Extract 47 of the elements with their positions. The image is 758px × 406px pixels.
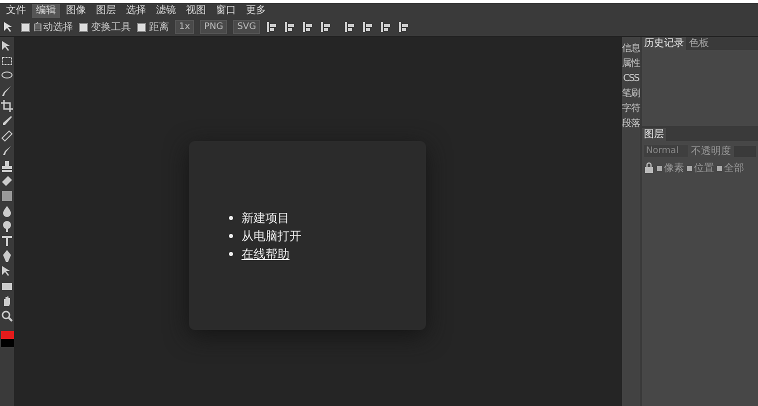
panel-tab[interactable]: 图层 bbox=[642, 128, 666, 141]
menu-item[interactable]: 视图 bbox=[182, 4, 210, 18]
checkbox-option[interactable]: 变换工具 bbox=[79, 20, 131, 34]
export-button[interactable]: PNG bbox=[200, 20, 228, 34]
panel-tab[interactable]: 笔刷 bbox=[622, 88, 640, 100]
panel-tab[interactable]: 信息 bbox=[622, 43, 640, 55]
menu-item[interactable]: 更多 bbox=[242, 4, 270, 18]
hand-icon[interactable] bbox=[1, 295, 13, 307]
menu-item[interactable]: 编辑 bbox=[32, 4, 60, 18]
rectangle-icon[interactable] bbox=[1, 280, 13, 292]
foreground-color-swatch[interactable] bbox=[0, 331, 14, 339]
menu-item[interactable]: 选择 bbox=[122, 4, 150, 18]
lock-icon[interactable] bbox=[644, 162, 654, 174]
panel-tab[interactable]: 属性 bbox=[622, 58, 640, 70]
panel-tab[interactable]: 字符 bbox=[622, 103, 640, 115]
brush-icon[interactable] bbox=[1, 85, 13, 97]
brush-icon[interactable] bbox=[1, 145, 13, 157]
panel-tab[interactable]: 历史记录 bbox=[642, 37, 686, 50]
start-menu-item[interactable]: 新建项目 bbox=[242, 210, 290, 224]
export-button[interactable]: SVG bbox=[233, 20, 260, 34]
bullet-icon bbox=[228, 252, 232, 256]
menu-item[interactable]: 图像 bbox=[62, 4, 90, 18]
start-menu-item[interactable]: 从电脑打开 bbox=[242, 228, 302, 242]
opacity-label: 不透明度 bbox=[691, 144, 731, 158]
menu-item[interactable]: 滤镜 bbox=[152, 4, 180, 18]
bullet-icon bbox=[228, 234, 232, 238]
checkbox-option[interactable]: 距离 bbox=[137, 20, 169, 34]
menu-item[interactable]: 文件 bbox=[2, 4, 30, 18]
eraser-icon[interactable] bbox=[1, 175, 13, 187]
marquee-icon[interactable] bbox=[1, 55, 13, 67]
bullet-icon bbox=[228, 216, 232, 220]
drop-icon[interactable] bbox=[1, 205, 13, 217]
text-tool-icon[interactable] bbox=[1, 235, 13, 247]
menu-item[interactable]: 窗口 bbox=[212, 4, 240, 18]
checkbox-option[interactable]: 自动选择 bbox=[21, 20, 73, 34]
menu-item[interactable]: 图层 bbox=[92, 4, 120, 18]
dodge-icon[interactable] bbox=[1, 220, 13, 232]
panel-tab[interactable]: CSS bbox=[622, 73, 640, 85]
help-link[interactable]: 在线帮助 bbox=[242, 246, 290, 260]
zoom-icon[interactable] bbox=[1, 310, 13, 322]
scale-dropdown[interactable]: 1x bbox=[175, 20, 194, 34]
panel-tab[interactable]: 色板 bbox=[687, 37, 711, 50]
align-left-icon[interactable] bbox=[266, 21, 278, 33]
panel-tab[interactable]: 段落 bbox=[622, 118, 640, 130]
stamp-icon[interactable] bbox=[1, 160, 13, 172]
crop-icon[interactable] bbox=[1, 100, 13, 112]
background-color-swatch[interactable] bbox=[0, 339, 14, 347]
